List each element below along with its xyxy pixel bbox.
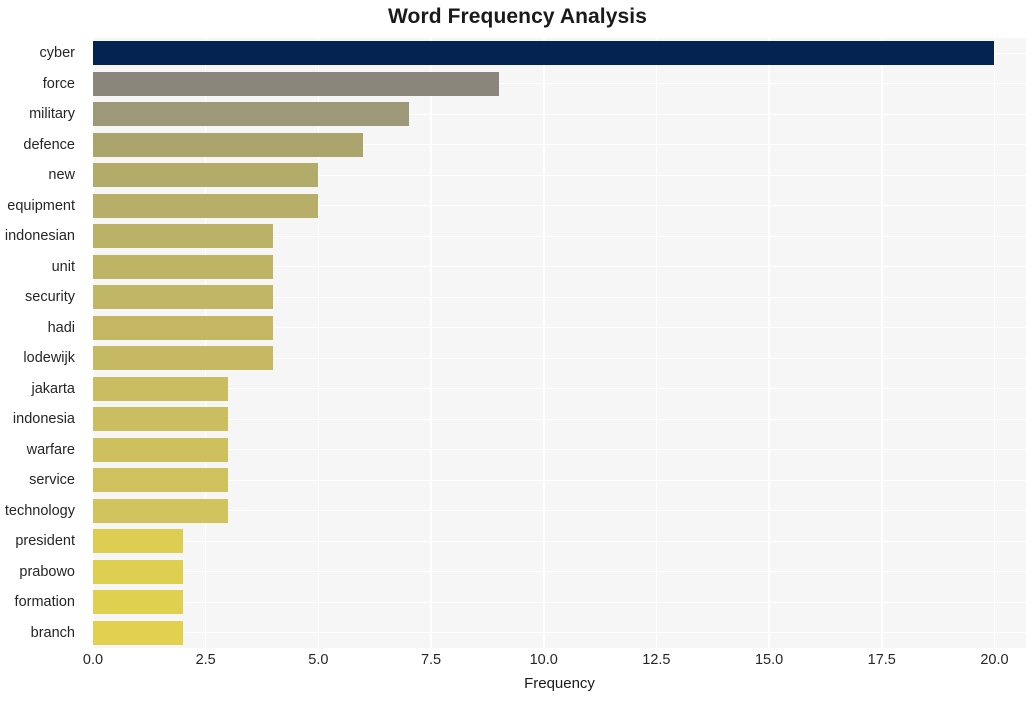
x-axis-tick-labels: 0.0 2.5 5.0 7.5 10.0 12.5 15.0 17.5 20.0 (83, 652, 1026, 674)
bar-lodewijk[interactable] (93, 346, 274, 371)
bar-hadi[interactable] (93, 315, 274, 340)
bar-row[interactable] (93, 41, 1026, 66)
gridline-vertical (317, 38, 320, 648)
y-tick-label-indonesia: indonesia (12, 411, 75, 428)
bar-military[interactable] (93, 102, 409, 127)
bar-row[interactable] (93, 254, 1026, 279)
bar-indonesia[interactable] (93, 407, 229, 432)
y-tick-label-force: force (42, 75, 75, 92)
bar-prabowo[interactable] (93, 559, 184, 584)
y-tick-label-technology: technology (4, 502, 75, 519)
y-tick-label-military: military (29, 106, 75, 123)
bar-defence[interactable] (93, 132, 364, 157)
gridline-vertical (993, 38, 996, 648)
bar-technology[interactable] (93, 498, 229, 523)
bar-row[interactable] (93, 346, 1026, 371)
y-tick-label-defence: defence (23, 136, 75, 153)
bar-new[interactable] (93, 163, 319, 188)
bar-jakarta[interactable] (93, 376, 229, 401)
bar-row[interactable] (93, 559, 1026, 584)
bar-row[interactable] (93, 193, 1026, 218)
bar-service[interactable] (93, 468, 229, 493)
y-tick-label-indonesian: indonesian (4, 228, 75, 245)
bar-row[interactable] (93, 285, 1026, 310)
bar-unit[interactable] (93, 254, 274, 279)
gridline-vertical (93, 38, 94, 648)
gridline-vertical (204, 38, 207, 648)
x-tick-label-15.0: 15.0 (754, 652, 784, 668)
gridline-vertical (880, 38, 883, 648)
bar-formation[interactable] (93, 590, 184, 615)
bar-row[interactable] (93, 407, 1026, 432)
bar-row[interactable] (93, 132, 1026, 157)
y-tick-label-security: security (25, 289, 75, 306)
bar-row[interactable] (93, 620, 1026, 645)
y-tick-label-hadi: hadi (47, 319, 75, 336)
y-tick-label-prabowo: prabowo (19, 563, 75, 580)
bar-security[interactable] (93, 285, 274, 310)
bar-force[interactable] (93, 71, 499, 96)
gridline-vertical (768, 38, 770, 648)
x-tick-label-12.5: 12.5 (642, 652, 671, 668)
bar-branch[interactable] (93, 620, 184, 645)
x-tick-label-10.0: 10.0 (529, 652, 558, 668)
y-axis-tick-labels: cyber force military defence new equipment ind… (0, 38, 85, 648)
bar-row[interactable] (93, 590, 1026, 615)
bar-row[interactable] (93, 163, 1026, 188)
bar-row[interactable] (93, 102, 1026, 127)
x-tick-label-20.0: 20.0 (980, 652, 1009, 668)
bar-row[interactable] (93, 71, 1026, 96)
y-tick-label-cyber: cyber (39, 45, 75, 62)
y-tick-label-warfare: warfare (26, 441, 75, 458)
x-tick-label-0.0: 0.0 (82, 652, 104, 668)
y-tick-label-president: president (15, 533, 75, 550)
chart-figure: Word Frequency Analysis cyber force milita… (0, 0, 1035, 701)
bar-equipment[interactable] (93, 193, 319, 218)
x-axis-label: Frequency (524, 675, 595, 692)
y-tick-label-new: new (48, 167, 75, 184)
y-tick-label-branch: branch (30, 624, 75, 641)
y-tick-label-unit: unit (51, 258, 75, 275)
bar-warfare[interactable] (93, 437, 229, 462)
y-tick-label-jakarta: jakarta (31, 380, 75, 397)
bar-row[interactable] (93, 315, 1026, 340)
x-tick-label-17.5: 17.5 (867, 652, 896, 668)
bar-row[interactable] (93, 437, 1026, 462)
y-tick-label-formation: formation (14, 594, 75, 611)
bar-president[interactable] (93, 529, 184, 554)
gridline-vertical (542, 38, 545, 648)
x-tick-label-5.0: 5.0 (308, 652, 329, 668)
y-tick-label-lodewijk: lodewijk (23, 350, 75, 367)
y-tick-label-service: service (29, 472, 75, 489)
gridline-vertical (430, 38, 432, 648)
bar-row[interactable] (93, 498, 1026, 523)
x-tick-label-7.5: 7.5 (420, 652, 442, 668)
x-tick-label-2.5: 2.5 (195, 652, 216, 668)
y-tick-label-equipment: equipment (7, 197, 75, 214)
bar-row[interactable] (93, 529, 1026, 554)
chart-title: Word Frequency Analysis (387, 5, 648, 28)
plot-area (93, 38, 1026, 648)
bar-indonesian[interactable] (93, 224, 274, 249)
bar-row[interactable] (93, 376, 1026, 401)
bar-row[interactable] (93, 224, 1026, 249)
bar-row[interactable] (93, 468, 1026, 493)
bar-cyber[interactable] (93, 41, 995, 66)
gridline-vertical (655, 38, 658, 648)
